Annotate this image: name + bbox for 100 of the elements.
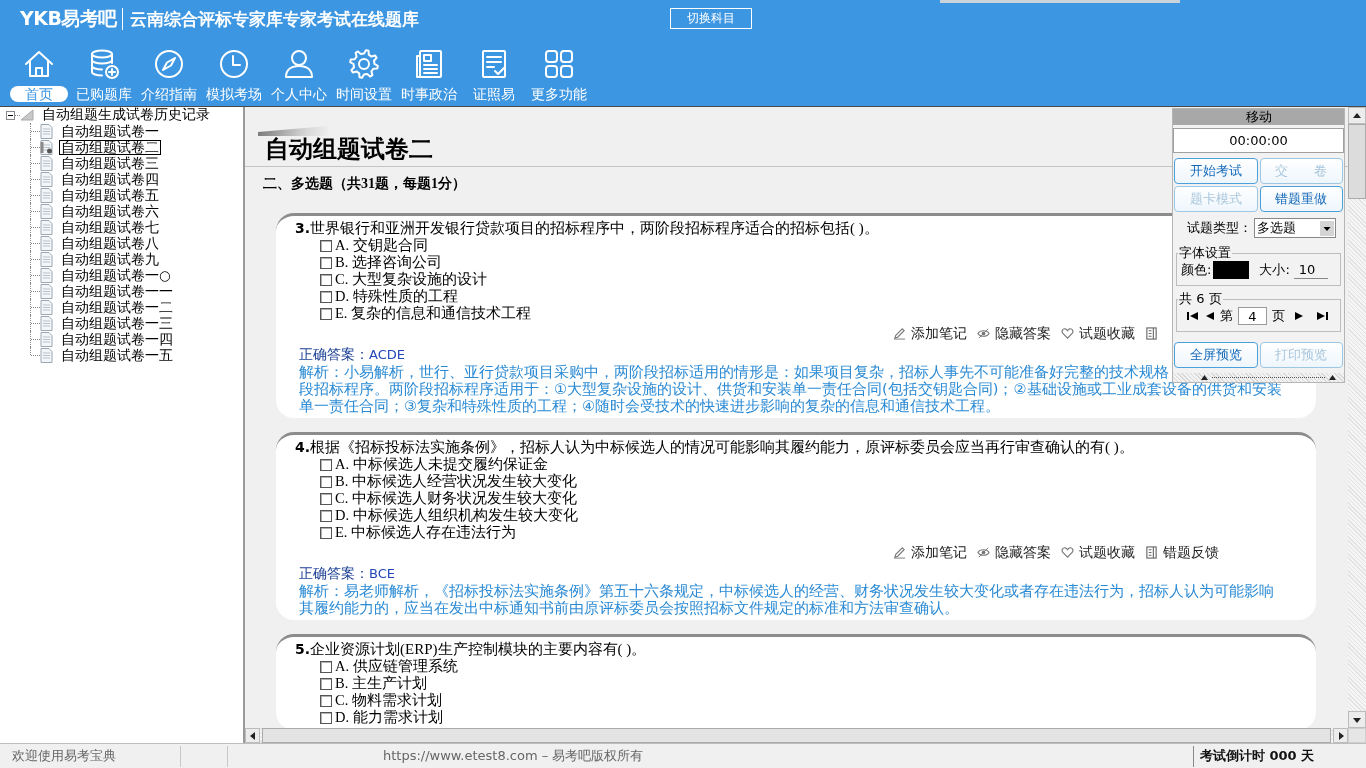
tree-item[interactable]: 自动组题试卷一四 — [59, 331, 175, 347]
hide-answer-action[interactable]: 隐藏答案 — [977, 324, 1051, 343]
scroll-right-button[interactable] — [1333, 728, 1348, 743]
size-label: 大小: — [1259, 261, 1290, 279]
checkbox[interactable] — [320, 492, 332, 505]
checkbox[interactable] — [320, 290, 332, 303]
scroll-left-button[interactable] — [245, 728, 260, 743]
feedback-action[interactable] — [1145, 327, 1158, 340]
option-label: C. 中标候选人财务状况发生较大变化 — [335, 489, 577, 507]
type-label: 试题类型： — [1187, 219, 1252, 237]
favorite-action[interactable]: 试题收藏 — [1061, 324, 1135, 343]
last-page-icon[interactable] — [1315, 311, 1328, 321]
paper-title: 自动组题试卷二 — [265, 136, 433, 163]
panel-title-bar[interactable]: 移动 — [1173, 109, 1344, 125]
tree-item[interactable]: 自动组题试卷六 — [59, 203, 161, 219]
checkbox[interactable] — [320, 677, 332, 690]
home-icon[interactable] — [22, 48, 55, 80]
page-prefix: 第 — [1220, 307, 1233, 325]
add-note-action[interactable]: 添加笔记 — [893, 324, 967, 343]
tree-item[interactable]: 自动组题试卷二 — [59, 139, 161, 155]
tree-item[interactable]: 自动组题试卷七 — [59, 219, 161, 235]
gear-icon[interactable] — [347, 48, 380, 80]
scrollbar-thumb[interactable] — [1348, 124, 1366, 199]
up-triangle-icon[interactable] — [1329, 375, 1336, 380]
collapse-icon[interactable] — [6, 110, 15, 120]
section-heading: 二、多选题（共31题，每题1分） — [263, 176, 466, 192]
tree-item[interactable]: 自动组题试卷四 — [59, 171, 161, 187]
document-icon — [40, 203, 53, 219]
option-label: D. 中标候选人组织机构发生较大变化 — [335, 506, 578, 524]
option-label: C. 大型复杂设施的设计 — [335, 270, 487, 288]
tree-item[interactable]: 自动组题试卷一○ — [59, 267, 173, 283]
up-triangle-icon[interactable] — [1201, 375, 1208, 380]
eye-icon — [977, 327, 990, 340]
feedback-action[interactable]: 错题反馈 — [1145, 543, 1219, 562]
option-label: A. 供应链管理系统 — [335, 658, 458, 675]
checkbox[interactable] — [320, 458, 332, 471]
checkbox[interactable] — [320, 307, 332, 320]
checkbox[interactable] — [320, 660, 332, 673]
tree-root-label[interactable]: 自动组题生成试卷历史记录 — [42, 106, 210, 124]
checkbox[interactable] — [320, 239, 332, 252]
checkbox[interactable] — [320, 509, 332, 522]
checkbox[interactable] — [320, 273, 332, 286]
caret-icon — [1320, 220, 1334, 236]
tree-item[interactable]: 自动组题试卷一三 — [59, 315, 175, 331]
triangle-icon — [20, 109, 34, 121]
copyright-text: https://www.etest8.com – 易考吧版权所有 — [383, 748, 644, 763]
heart-icon — [1061, 327, 1074, 340]
tree-item[interactable]: 自动组题试卷一五 — [59, 347, 175, 363]
checkbox[interactable] — [320, 475, 332, 488]
checkbox[interactable] — [320, 256, 332, 269]
tree-item[interactable]: 自动组题试卷一一 — [59, 283, 175, 299]
option-label: B. 主生产计划 — [335, 674, 427, 692]
size-field[interactable]: 10 — [1293, 261, 1328, 279]
pencil-icon — [893, 546, 906, 559]
hide-answer-action[interactable]: 隐藏答案 — [977, 543, 1051, 562]
document-icon — [40, 347, 53, 363]
option-label: A. 中标候选人未提交履约保证金 — [335, 455, 548, 473]
color-swatch[interactable] — [1213, 261, 1250, 279]
type-select[interactable]: 多选题 — [1254, 218, 1336, 238]
grid-icon[interactable] — [542, 48, 575, 80]
checkbox[interactable] — [320, 711, 332, 724]
add-note-action[interactable]: 添加笔记 — [893, 543, 967, 562]
compass-icon[interactable] — [152, 48, 185, 80]
question-text: 4.根据《招标投标法实施条例》，招标人认为中标候选人的情况可能影响其履约能力，原评标委员会应当再行审查确认的有( )。 — [295, 439, 1134, 456]
tree-item[interactable]: 自动组题试卷八 — [59, 235, 161, 251]
clock-icon[interactable] — [217, 48, 250, 80]
document-icon — [40, 171, 53, 187]
document-icon — [40, 299, 53, 315]
document-icon — [40, 315, 53, 331]
scroll-down-button[interactable] — [1348, 711, 1366, 728]
tree-item[interactable]: 自动组题试卷一 — [59, 123, 161, 139]
tree-item[interactable]: 自动组题试卷九 — [59, 251, 161, 267]
panel-scroll-strip[interactable] — [1173, 373, 1344, 382]
next-page-icon[interactable] — [1295, 311, 1303, 321]
page-field[interactable]: 4 — [1238, 307, 1267, 325]
group-title: 字体设置 — [1178, 246, 1232, 260]
document-icon — [40, 155, 53, 171]
panel-button[interactable]: 错题重做 — [1259, 186, 1343, 212]
panel-button[interactable]: 开始考试 — [1174, 158, 1258, 184]
tree-item[interactable]: 自动组题试卷一二 — [59, 299, 175, 315]
option-label: E. 复杂的信息和通信技术工程 — [335, 304, 532, 323]
eye-icon — [977, 546, 990, 559]
explanation-line: 单一责任合同；③复杂和特殊性质的工程；④随时会受技术的快速进步影响的复杂的信息和通信技术工程。 — [299, 397, 1001, 414]
option-label: B. 选择咨询公司 — [335, 253, 442, 271]
favorite-action[interactable]: 试题收藏 — [1061, 543, 1135, 562]
scroll-up-button[interactable] — [1348, 107, 1366, 124]
document-icon — [40, 283, 53, 299]
checkbox[interactable] — [320, 526, 332, 539]
group-title: 共 6 页 — [1178, 292, 1223, 306]
first-page-icon[interactable] — [1187, 311, 1200, 321]
tree-item[interactable]: 自动组题试卷五 — [59, 187, 161, 203]
panel-button[interactable]: 全屏预览 — [1174, 342, 1258, 368]
tree-item[interactable]: 自动组题试卷三 — [59, 155, 161, 171]
document-icon — [1145, 327, 1158, 340]
question-text: 3.世界银行和亚洲开发银行贷款项目的招标程序中，两阶段招标程序适合的招标包括( )。 — [295, 220, 879, 237]
previous-page-icon[interactable] — [1206, 311, 1214, 321]
checkbox[interactable] — [320, 694, 332, 707]
explanation-line: 解析：易老师解析，《招标投标法实施条例》第五十六条规定，中标候选人的经营、财务状况发生较大变化或者存在违法行为，招标人认为可能影响 — [299, 582, 1274, 599]
person-icon[interactable] — [282, 48, 315, 80]
option-label: D. 特殊性质的工程 — [335, 287, 458, 305]
